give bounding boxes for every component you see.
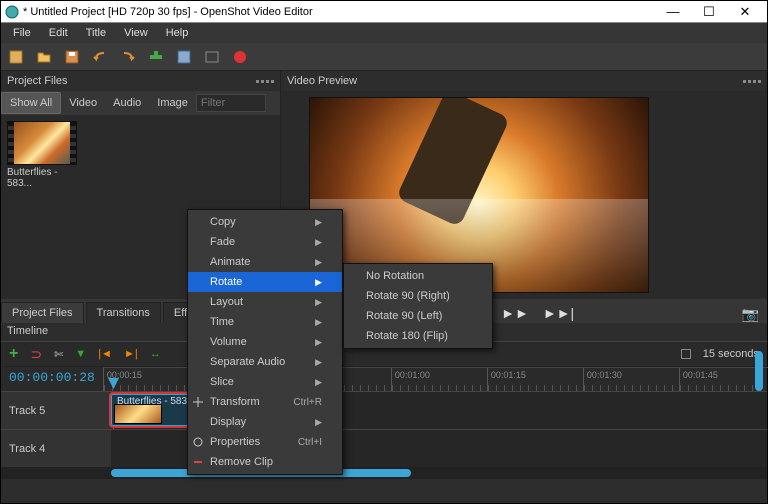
ctx-slice[interactable]: Slice▶ <box>188 372 342 392</box>
undo-icon[interactable] <box>91 48 109 66</box>
menu-view[interactable]: View <box>116 25 156 41</box>
ctx-layout[interactable]: Layout▶ <box>188 292 342 312</box>
ctx-properties[interactable]: PropertiesCtrl+I <box>188 432 342 452</box>
open-project-icon[interactable] <box>35 48 53 66</box>
ctx-display[interactable]: Display▶ <box>188 412 342 432</box>
menu-file[interactable]: File <box>5 25 39 41</box>
new-project-icon[interactable] <box>7 48 25 66</box>
filter-image[interactable]: Image <box>149 93 196 113</box>
zoom-slider[interactable] <box>681 349 691 359</box>
tick-label: 00:01:15 <box>491 370 526 380</box>
timeline-scrollbar-h[interactable] <box>1 467 767 479</box>
ctx-volume[interactable]: Volume▶ <box>188 332 342 352</box>
forward-icon[interactable]: ►► <box>501 305 529 321</box>
ctx-rotate-90-right[interactable]: Rotate 90 (Right) <box>344 286 492 306</box>
snap-icon[interactable]: ⊃ <box>30 346 42 363</box>
jump-end-icon[interactable]: ►►| <box>543 305 574 321</box>
menu-help[interactable]: Help <box>158 25 197 41</box>
project-files-title: Project Files <box>7 75 68 87</box>
window-title: * Untitled Project [HD 720p 30 fps] - Op… <box>23 6 655 18</box>
rotate-submenu: No Rotation Rotate 90 (Right) Rotate 90 … <box>343 263 493 349</box>
add-track-icon[interactable]: + <box>9 345 18 363</box>
video-preview-title: Video Preview <box>287 75 357 87</box>
gear-icon <box>192 436 204 448</box>
ctx-copy[interactable]: Copy▶ <box>188 212 342 232</box>
export-icon[interactable] <box>231 48 249 66</box>
filter-showall[interactable]: Show All <box>1 92 61 114</box>
context-menu: Copy▶ Fade▶ Animate▶ Rotate▶ Layout▶ Tim… <box>187 209 343 475</box>
filter-audio[interactable]: Audio <box>105 93 149 113</box>
filter-input[interactable] <box>196 94 266 112</box>
panel-dock-icon[interactable] <box>743 80 761 83</box>
tick-label: 00:01:45 <box>683 370 718 380</box>
import-icon[interactable] <box>147 48 165 66</box>
ctx-rotate-180[interactable]: Rotate 180 (Flip) <box>344 326 492 346</box>
snapshot-icon[interactable]: 📷 <box>742 306 759 323</box>
tab-transitions[interactable]: Transitions <box>86 302 161 323</box>
app-icon <box>5 5 19 19</box>
ctx-rotate-90-left[interactable]: Rotate 90 (Left) <box>344 306 492 326</box>
center-playhead-icon[interactable]: ↔ <box>150 348 161 360</box>
ctx-fade[interactable]: Fade▶ <box>188 232 342 252</box>
project-item-label: Butterflies - 583... <box>7 167 77 189</box>
transform-icon <box>192 396 204 408</box>
current-time: 00:00:00:28 <box>1 367 103 391</box>
profile-icon[interactable] <box>175 48 193 66</box>
razor-icon[interactable]: ✄ <box>54 348 63 361</box>
prev-marker-icon[interactable]: |◄ <box>98 348 112 360</box>
track-label[interactable]: Track 5 <box>1 392 111 429</box>
save-project-icon[interactable] <box>63 48 81 66</box>
close-button[interactable]: ✕ <box>727 2 763 22</box>
track-row: Track 5 Butterflies - 583... <box>1 391 767 429</box>
next-marker-icon[interactable]: ►| <box>124 348 138 360</box>
tick-label: 00:01:30 <box>587 370 622 380</box>
filter-video[interactable]: Video <box>61 93 105 113</box>
project-item[interactable]: Butterflies - 583... <box>7 121 77 189</box>
track-row: Track 4 <box>1 429 767 467</box>
tick-label: 00:01:00 <box>395 370 430 380</box>
main-toolbar <box>1 43 767 71</box>
minimize-button[interactable]: — <box>655 2 691 22</box>
remove-icon <box>192 456 204 468</box>
menu-title[interactable]: Title <box>78 25 114 41</box>
titlebar: * Untitled Project [HD 720p 30 fps] - Op… <box>1 1 767 23</box>
ctx-rotate[interactable]: Rotate▶ <box>188 272 342 292</box>
ctx-animate[interactable]: Animate▶ <box>188 252 342 272</box>
track-label[interactable]: Track 4 <box>1 430 111 467</box>
project-item-thumbnail <box>7 121 77 165</box>
ctx-time[interactable]: Time▶ <box>188 312 342 332</box>
maximize-button[interactable]: ☐ <box>691 2 727 22</box>
ctx-separate-audio[interactable]: Separate Audio▶ <box>188 352 342 372</box>
zoom-label: 15 seconds <box>703 348 759 360</box>
timeline-scrollbar-v[interactable] <box>755 351 765 451</box>
marker-icon[interactable]: ▼ <box>75 348 86 360</box>
fullscreen-icon[interactable] <box>203 48 221 66</box>
panel-dock-icon[interactable] <box>256 80 274 83</box>
redo-icon[interactable] <box>119 48 137 66</box>
ctx-transform[interactable]: TransformCtrl+R <box>188 392 342 412</box>
ctx-remove-clip[interactable]: Remove Clip <box>188 452 342 472</box>
menubar: File Edit Title View Help <box>1 23 767 43</box>
menu-edit[interactable]: Edit <box>41 25 76 41</box>
ctx-no-rotation[interactable]: No Rotation <box>344 266 492 286</box>
clip-thumbnail <box>114 404 162 424</box>
tab-project-files[interactable]: Project Files <box>1 302 84 323</box>
